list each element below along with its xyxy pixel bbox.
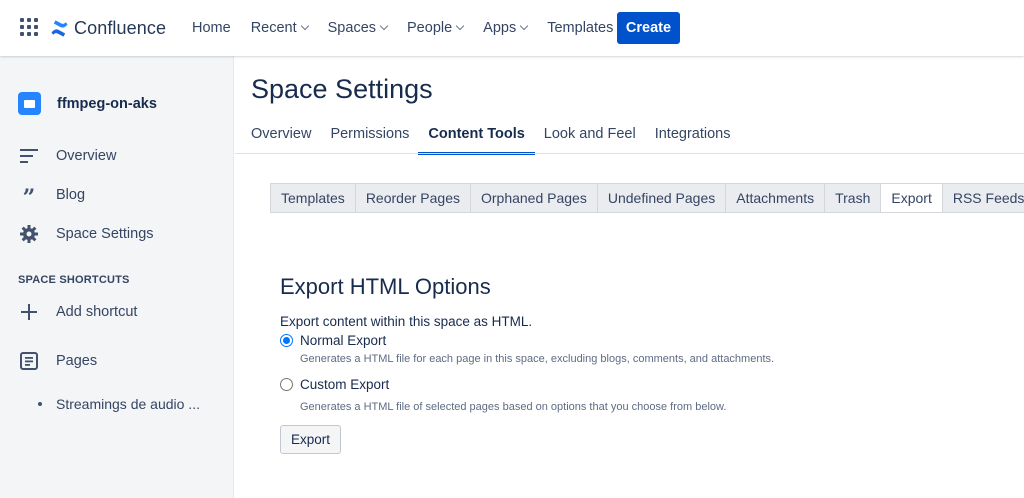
space-shortcuts-heading: SPACE SHORTCUTS xyxy=(18,274,130,286)
subtab-export[interactable]: Export xyxy=(880,183,942,213)
app-switcher-icon[interactable] xyxy=(20,18,38,36)
confluence-logo[interactable]: Confluence xyxy=(50,16,166,40)
chevron-down-icon xyxy=(300,21,309,31)
sidebar-item-space-settings[interactable]: Space Settings xyxy=(18,223,154,245)
top-navigation-bar: Confluence Home Recent Spaces People App… xyxy=(0,0,1024,56)
sidebar-item-overview[interactable]: Overview xyxy=(18,145,116,167)
app-name: Confluence xyxy=(74,17,167,38)
nav-home-label: Home xyxy=(192,20,231,36)
subtab-trash[interactable]: Trash xyxy=(824,183,881,213)
nav-recent[interactable]: Recent xyxy=(241,20,318,36)
settings-tabs: Overview Permissions Content Tools Look … xyxy=(251,118,749,155)
space-sidebar: ffmpeg-on-aks Overview ” Blog Space Sett… xyxy=(0,56,234,498)
normal-export-option[interactable]: Normal Export xyxy=(280,333,386,348)
normal-export-label: Normal Export xyxy=(300,333,387,348)
subtab-reorder-pages[interactable]: Reorder Pages xyxy=(354,183,470,213)
add-shortcut-label: Add shortcut xyxy=(56,304,138,320)
export-description: Export content within this space as HTML… xyxy=(280,314,533,329)
gear-icon xyxy=(18,223,40,245)
sidebar-item-blog[interactable]: ” Blog xyxy=(18,184,86,211)
subtab-attachments[interactable]: Attachments xyxy=(725,183,825,213)
tab-content-tools[interactable]: Content Tools xyxy=(418,118,535,155)
content-tools-subtabs: Templates Reorder Pages Orphaned Pages U… xyxy=(270,183,1024,213)
confluence-logo-icon xyxy=(51,19,68,37)
nav-recent-label: Recent xyxy=(250,20,297,36)
pages-label: Pages xyxy=(56,353,98,369)
tabs-divider xyxy=(235,153,1024,154)
main-content: Space Settings Overview Permissions Cont… xyxy=(235,56,1024,498)
nav-apps[interactable]: Apps xyxy=(473,20,537,36)
nav-templates[interactable]: Templates xyxy=(537,20,623,36)
nav-spaces[interactable]: Spaces xyxy=(318,20,397,36)
sidebar-item-pages[interactable]: Pages xyxy=(18,350,97,372)
subtabs-divider xyxy=(270,212,1024,213)
space-avatar xyxy=(18,92,41,115)
normal-export-radio[interactable] xyxy=(280,334,293,347)
tab-integrations[interactable]: Integrations xyxy=(655,118,731,155)
create-button[interactable]: Create xyxy=(617,12,680,44)
custom-export-label: Custom Export xyxy=(300,377,390,392)
overview-icon xyxy=(18,145,40,167)
chevron-down-icon xyxy=(519,21,529,31)
sidebar-item-label: Blog xyxy=(56,187,86,203)
space-name: ffmpeg-on-aks xyxy=(57,95,157,112)
nav-people-label: People xyxy=(407,20,453,36)
subtab-orphaned-pages[interactable]: Orphaned Pages xyxy=(469,183,597,213)
page-title: Space Settings xyxy=(251,74,433,104)
quote-icon: ” xyxy=(22,185,36,211)
tab-overview[interactable]: Overview xyxy=(251,118,311,155)
space-header[interactable]: ffmpeg-on-aks xyxy=(18,92,157,115)
custom-export-radio[interactable] xyxy=(280,378,293,391)
chevron-down-icon xyxy=(455,21,465,31)
nav-spaces-label: Spaces xyxy=(327,20,377,36)
sidebar-item-label: Overview xyxy=(56,148,117,164)
bullet-icon xyxy=(38,402,42,406)
plus-icon xyxy=(18,301,40,323)
nav-people[interactable]: People xyxy=(397,20,473,36)
subtab-templates[interactable]: Templates xyxy=(270,183,355,213)
subtab-undefined-pages[interactable]: Undefined Pages xyxy=(596,183,726,213)
export-heading: Export HTML Options xyxy=(280,274,491,299)
normal-export-hint: Generates a HTML file for each page in t… xyxy=(300,353,775,365)
subtab-rss-feeds[interactable]: RSS Feeds xyxy=(941,183,1024,213)
folder-icon xyxy=(24,99,35,108)
add-shortcut-button[interactable]: Add shortcut xyxy=(18,301,137,323)
primary-nav: Home Recent Spaces People Apps Templates xyxy=(182,16,623,40)
custom-export-hint: Generates a HTML file of selected pages … xyxy=(300,401,727,413)
custom-export-option[interactable]: Custom Export xyxy=(280,377,389,392)
tab-look-and-feel[interactable]: Look and Feel xyxy=(544,118,636,155)
page-tree-item-label: Streamings de audio ... xyxy=(56,396,200,412)
export-button[interactable]: Export xyxy=(280,425,341,454)
chevron-down-icon xyxy=(379,21,389,31)
nav-apps-label: Apps xyxy=(483,20,517,36)
pages-icon xyxy=(18,350,40,372)
tab-permissions[interactable]: Permissions xyxy=(330,118,409,155)
page-tree-item[interactable]: Streamings de audio ... xyxy=(38,396,200,412)
nav-templates-label: Templates xyxy=(547,20,614,36)
nav-home[interactable]: Home xyxy=(182,20,241,36)
sidebar-item-label: Space Settings xyxy=(56,226,154,242)
